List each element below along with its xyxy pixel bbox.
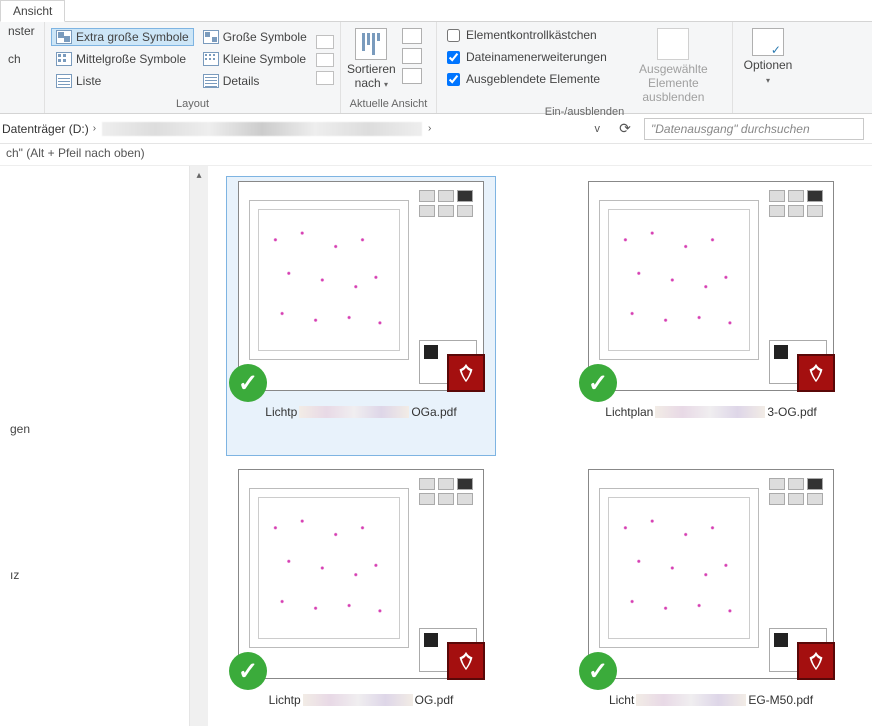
- tiles-icon: [203, 30, 219, 44]
- chevron-right-icon[interactable]: ›: [93, 123, 96, 134]
- status-ok-icon: ✓: [579, 652, 617, 690]
- add-column-button[interactable]: [402, 28, 422, 44]
- file-tile[interactable]: ✓ LichtpOGa.pdf: [226, 176, 496, 456]
- file-name: LichtpOG.pdf: [246, 693, 476, 707]
- layout-scroll-up[interactable]: [316, 35, 334, 49]
- filename-redacted: [636, 694, 746, 706]
- file-tile[interactable]: ✓ Lichtplan3-OG.pdf: [576, 176, 846, 456]
- ribbon: nster ch Extra große Symbole Große Symbo…: [0, 22, 872, 114]
- layout-medium[interactable]: Mittelgroße Symbole: [51, 50, 194, 68]
- chk-hidden[interactable]: Ausgeblendete Elemente: [443, 68, 611, 90]
- nav-sidebar: gen ız: [0, 166, 190, 726]
- tiles-icon: [56, 30, 72, 44]
- pdf-icon: [447, 642, 485, 680]
- file-tile[interactable]: ✓ LichtpOG.pdf: [226, 464, 496, 726]
- hide-selected-button: AusgewählteElemente ausblenden: [621, 24, 726, 104]
- sidebar-scrollbar[interactable]: ▴: [190, 166, 208, 726]
- breadcrumb-redacted: [102, 122, 422, 136]
- sort-icon: [355, 28, 387, 60]
- filename-redacted: [299, 406, 409, 418]
- pdf-icon: [797, 642, 835, 680]
- options-button[interactable]: Optionen▾: [744, 24, 793, 96]
- search-input[interactable]: "Datenausgang" durchsuchen: [644, 118, 864, 140]
- tiles-icon: [203, 52, 219, 66]
- file-thumbnail: ✓: [588, 181, 834, 391]
- details-icon: [203, 74, 219, 88]
- chk-extensions[interactable]: Dateinamenerweiterungen: [443, 46, 611, 68]
- sidebar-item[interactable]: ız: [0, 562, 189, 588]
- layout-more[interactable]: [316, 71, 334, 85]
- address-dropdown[interactable]: v: [595, 123, 601, 135]
- layout-large[interactable]: Große Symbole: [198, 28, 312, 46]
- list-icon: [56, 74, 72, 88]
- file-thumbnail: ✓: [588, 469, 834, 679]
- address-bar[interactable]: Datenträger (D:) › › v: [0, 114, 606, 143]
- sort-by-button[interactable]: Sortierennach ▾: [347, 24, 396, 90]
- file-name: LichtpOGa.pdf: [246, 405, 476, 419]
- pdf-icon: [797, 354, 835, 392]
- file-name: LichtEG-M50.pdf: [596, 693, 826, 707]
- ribbon-stub-2: ch: [8, 52, 38, 66]
- file-name: Lichtplan3-OG.pdf: [596, 405, 826, 419]
- pdf-icon: [447, 354, 485, 392]
- chevron-right-icon[interactable]: ›: [428, 123, 431, 134]
- filename-redacted: [303, 694, 413, 706]
- layout-details[interactable]: Details: [198, 72, 312, 90]
- file-tile[interactable]: ✓ LichtEG-M50.pdf: [576, 464, 846, 726]
- nav-hint: ch" (Alt + Pfeil nach oben): [0, 144, 872, 166]
- options-icon: [752, 28, 784, 56]
- status-ok-icon: ✓: [579, 364, 617, 402]
- hide-icon: [657, 28, 689, 60]
- status-ok-icon: ✓: [229, 652, 267, 690]
- layout-list[interactable]: Liste: [51, 72, 194, 90]
- chk-item-checkboxes[interactable]: Elementkontrollkästchen: [443, 24, 611, 46]
- tiles-icon: [56, 52, 72, 66]
- filename-redacted: [655, 406, 765, 418]
- breadcrumb-drive[interactable]: Datenträger (D:): [2, 122, 89, 136]
- chevron-down-icon: ▾: [384, 80, 388, 89]
- group-label-view: Aktuelle Ansicht: [347, 96, 430, 113]
- refresh-button[interactable]: ⟳: [614, 120, 636, 137]
- layout-extra-large[interactable]: Extra große Symbole: [51, 28, 194, 46]
- tab-ansicht[interactable]: Ansicht: [0, 0, 65, 22]
- group-by-button[interactable]: [402, 48, 422, 64]
- ribbon-stub-1: nster: [8, 24, 38, 38]
- group-label-layout: Layout: [51, 96, 334, 113]
- file-thumbnail: ✓: [238, 469, 484, 679]
- sidebar-item[interactable]: gen: [0, 416, 189, 442]
- layout-scroll-down[interactable]: [316, 53, 334, 67]
- status-ok-icon: ✓: [229, 364, 267, 402]
- size-columns-button[interactable]: [402, 68, 422, 84]
- layout-small[interactable]: Kleine Symbole: [198, 50, 312, 68]
- file-thumbnail: ✓: [238, 181, 484, 391]
- chevron-down-icon: ▾: [766, 76, 770, 85]
